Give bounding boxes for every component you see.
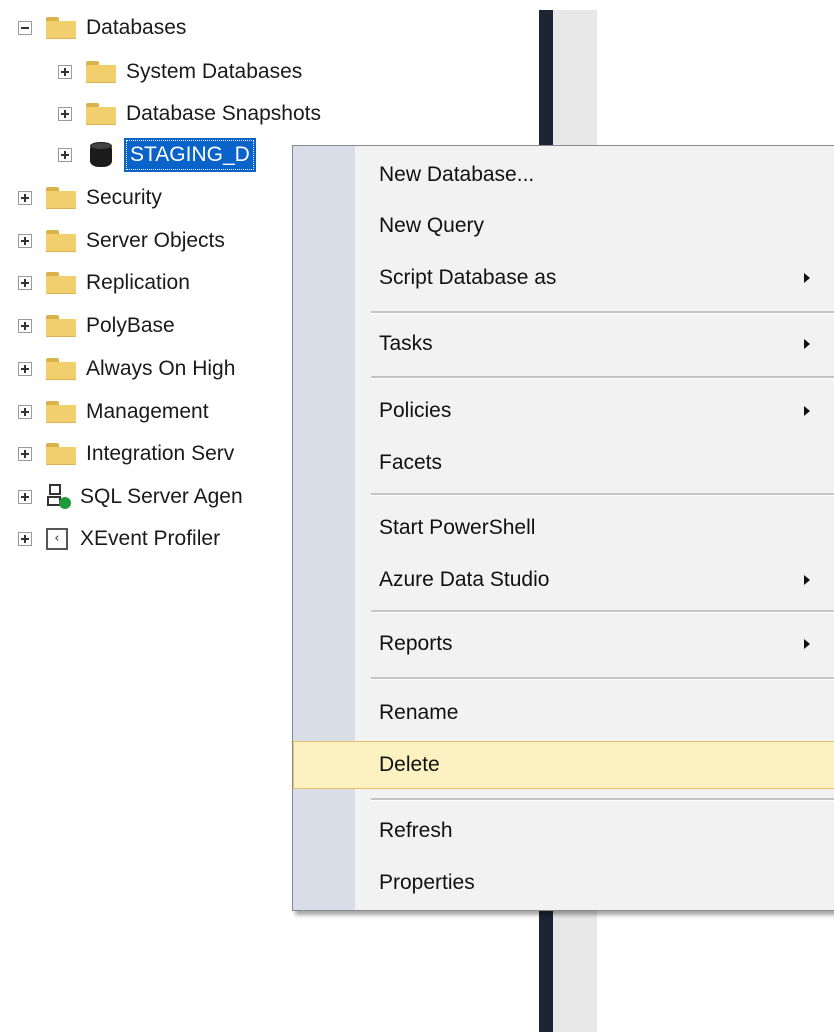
- menu-item-label: New Query: [379, 214, 485, 237]
- folder-icon: [46, 401, 76, 423]
- tree-node-label: Database Snapshots: [126, 102, 321, 125]
- menu-item-facets[interactable]: Facets: [293, 439, 834, 487]
- submenu-arrow-icon: [804, 575, 810, 585]
- tree-node-security[interactable]: Security: [18, 178, 162, 218]
- folder-icon: [46, 358, 76, 380]
- menu-separator: [371, 493, 834, 496]
- menu-separator: [371, 610, 834, 613]
- menu-item-new-query[interactable]: New Query: [293, 202, 834, 250]
- expand-toggle-icon[interactable]: [18, 362, 32, 376]
- tree-node-label: Management: [86, 400, 209, 423]
- expand-toggle-icon[interactable]: [58, 148, 72, 162]
- submenu-arrow-icon: [804, 273, 810, 283]
- expand-toggle-icon[interactable]: [18, 191, 32, 205]
- tree-node-label: System Databases: [126, 60, 303, 83]
- menu-item-new-database[interactable]: New Database...: [293, 151, 834, 199]
- tree-node-label: Replication: [86, 271, 190, 294]
- menu-item-label: New Database...: [379, 163, 535, 186]
- menu-item-label: Script Database as: [379, 266, 557, 289]
- expand-toggle-icon[interactable]: [18, 447, 32, 461]
- menu-item-refresh[interactable]: Refresh: [293, 807, 834, 855]
- menu-item-delete[interactable]: Delete: [293, 741, 834, 789]
- expand-toggle-icon[interactable]: [58, 107, 72, 121]
- tree-node-label: Always On High: [86, 357, 236, 380]
- menu-separator: [371, 798, 834, 801]
- tree-node-databases[interactable]: Databases: [18, 8, 186, 48]
- tree-node-label: SQL Server Agen: [80, 485, 243, 508]
- menu-separator: [371, 376, 834, 379]
- tree-node-label: PolyBase: [86, 314, 175, 337]
- expand-toggle-icon[interactable]: [18, 276, 32, 290]
- selected-database-label[interactable]: STAGING_D: [124, 138, 256, 172]
- folder-icon: [46, 272, 76, 294]
- expand-toggle-icon[interactable]: [18, 234, 32, 248]
- tree-node-label: Server Objects: [86, 229, 225, 252]
- tree-node-replication[interactable]: Replication: [18, 263, 190, 303]
- menu-item-label: Properties: [379, 871, 475, 894]
- menu-separator: [371, 311, 834, 314]
- folder-icon: [86, 103, 116, 125]
- submenu-arrow-icon: [804, 339, 810, 349]
- tree-node-staging-db[interactable]: STAGING_D: [58, 135, 256, 175]
- folder-icon: [46, 17, 76, 39]
- context-menu: New Database... New Query Script Databas…: [292, 145, 834, 911]
- menu-item-label: Facets: [379, 451, 443, 474]
- menu-item-label: Tasks: [379, 332, 433, 355]
- tree-node-sql-server-agent[interactable]: SQL Server Agen: [18, 477, 243, 517]
- tree-node-polybase[interactable]: PolyBase: [18, 306, 175, 346]
- submenu-arrow-icon: [804, 639, 810, 649]
- menu-item-label: Delete: [379, 753, 440, 776]
- tree-node-xevent-profiler[interactable]: ‹ XEvent Profiler: [18, 519, 220, 559]
- menu-item-label: Reports: [379, 632, 453, 655]
- tree-node-label: XEvent Profiler: [80, 527, 221, 550]
- tree-node-integration-services[interactable]: Integration Serv: [18, 434, 234, 474]
- database-icon: [90, 142, 112, 168]
- collapse-toggle-icon[interactable]: [18, 21, 32, 35]
- tree-node-database-snapshots[interactable]: Database Snapshots: [58, 94, 321, 134]
- menu-item-policies[interactable]: Policies: [293, 387, 834, 435]
- menu-separator: [371, 677, 834, 680]
- tree-node-always-on[interactable]: Always On High: [18, 349, 235, 389]
- folder-icon: [46, 443, 76, 465]
- menu-item-start-powershell[interactable]: Start PowerShell: [293, 504, 834, 552]
- folder-icon: [46, 315, 76, 337]
- menu-item-label: Refresh: [379, 819, 453, 842]
- menu-item-azure-data-studio[interactable]: Azure Data Studio: [293, 556, 834, 604]
- xevent-profiler-icon: ‹: [46, 528, 68, 550]
- tree-node-management[interactable]: Management: [18, 392, 209, 432]
- expand-toggle-icon[interactable]: [18, 490, 32, 504]
- menu-item-rename[interactable]: Rename: [293, 689, 834, 737]
- folder-icon: [86, 61, 116, 83]
- menu-item-reports[interactable]: Reports: [293, 620, 834, 668]
- menu-item-label: Rename: [379, 701, 459, 724]
- folder-icon: [46, 230, 76, 252]
- tree-node-server-objects[interactable]: Server Objects: [18, 221, 225, 261]
- tree-node-label: Security: [86, 186, 162, 209]
- expand-toggle-icon[interactable]: [18, 405, 32, 419]
- menu-item-tasks[interactable]: Tasks: [293, 320, 834, 368]
- folder-icon: [46, 187, 76, 209]
- menu-item-properties[interactable]: Properties: [293, 859, 834, 907]
- expand-toggle-icon[interactable]: [58, 65, 72, 79]
- tree-node-system-databases[interactable]: System Databases: [58, 52, 302, 92]
- sql-agent-icon: [46, 482, 72, 512]
- menu-item-script-database-as[interactable]: Script Database as: [293, 254, 834, 302]
- submenu-arrow-icon: [804, 406, 810, 416]
- menu-item-label: Azure Data Studio: [379, 568, 550, 591]
- menu-item-label: Start PowerShell: [379, 516, 536, 539]
- menu-item-label: Policies: [379, 399, 452, 422]
- expand-toggle-icon[interactable]: [18, 319, 32, 333]
- tree-node-label: Databases: [86, 16, 187, 39]
- tree-node-label: Integration Serv: [86, 442, 235, 465]
- expand-toggle-icon[interactable]: [18, 532, 32, 546]
